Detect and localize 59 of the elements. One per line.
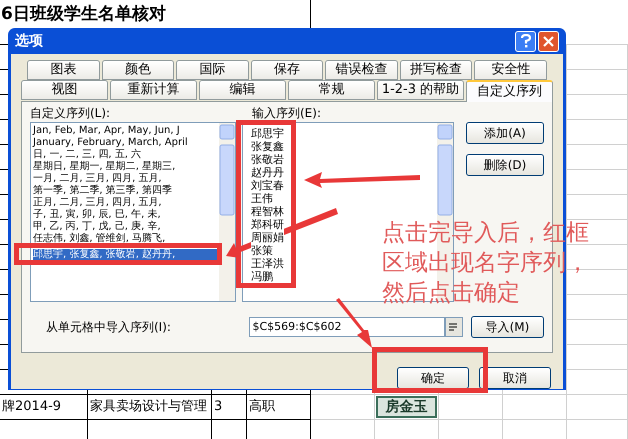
list-item[interactable]: 星期日, 星期一, 星期二, 星期三,: [33, 161, 176, 173]
table-cell: 3: [212, 395, 247, 420]
help-button[interactable]: [515, 30, 536, 52]
tab[interactable]: 颜色: [102, 60, 174, 80]
list-item[interactable]: 第一季, 第二季, 第三季, 第四季: [33, 185, 172, 197]
entry-text: 张敬岩: [251, 153, 284, 166]
tab[interactable]: 国际: [176, 60, 249, 80]
dialog-button[interactable]: 确定: [397, 367, 469, 389]
list-item[interactable]: 日, 一, 二, 三, 四, 五, 六: [33, 149, 142, 161]
entry-text: 周丽娟: [251, 231, 284, 244]
entry-text: 冯鹏: [251, 270, 274, 283]
tab[interactable]: 1-2-3 的帮助: [377, 80, 464, 100]
tab[interactable]: 自定义序列: [466, 80, 553, 102]
table-cell: 家具卖场设计与管理: [88, 395, 212, 420]
tab[interactable]: 编辑: [199, 80, 286, 100]
list-item[interactable]: January, February, March, April: [33, 137, 188, 149]
dialog-button[interactable]: 导入(M): [470, 316, 544, 338]
help-icon: [520, 34, 530, 48]
table-cell: 高职: [247, 395, 311, 420]
entry-text: 邱思宇: [251, 127, 284, 140]
sheet-title: 6日班级学生名单核对: [1, 4, 166, 24]
field-value: $C$569:$C$602: [252, 318, 342, 335]
tab[interactable]: 常规: [288, 80, 375, 100]
collapse-button[interactable]: [445, 317, 463, 337]
entry-text: 赵丹丹: [251, 166, 284, 179]
list-item[interactable]: 任志伟, 刘鑫, 管维剑, 马腾飞,: [33, 233, 166, 245]
window-title: 选项: [15, 32, 44, 50]
entry-text: 刘宝春: [251, 179, 284, 192]
tab[interactable]: 错误检查: [325, 60, 398, 80]
dialog-button[interactable]: 删除(D): [466, 154, 544, 176]
list-item[interactable]: Jan, Feb, Mar, Apr, May, Jun, J: [33, 125, 180, 137]
list-item[interactable]: 子, 丑, 寅, 卯, 辰, 巳, 午, 未,: [33, 209, 161, 221]
collapse-icon: [448, 323, 459, 331]
entry-text: 张复鑫: [251, 140, 284, 153]
field-label: 从单元格中导入序列(I):: [45, 319, 172, 336]
list-item[interactable]: 一月, 二月, 三月, 四月, 五月,: [33, 173, 162, 185]
field-label: 自定义序列(L):: [30, 106, 112, 120]
entry-text: 郑科研: [251, 218, 284, 231]
tab[interactable]: 重新计算: [110, 80, 197, 100]
name-tag: 房金玉: [376, 396, 437, 418]
field-label: 输入序列(E):: [252, 106, 321, 120]
list-item[interactable]: 邱思宇, 张复鑫, 张敬岩, 赵丹丹,: [33, 249, 220, 261]
dialog-button[interactable]: 添加(A): [466, 122, 544, 144]
tab[interactable]: 保存: [250, 60, 324, 80]
entry-text: 程智林: [251, 205, 284, 218]
tab[interactable]: 拼写检查: [400, 60, 472, 80]
tab[interactable]: 安全性: [474, 60, 548, 80]
entry-text: 王伟: [251, 192, 274, 205]
list-item[interactable]: 正月, 二月, 三月, 四月, 五月,: [33, 197, 162, 209]
close-button[interactable]: [538, 30, 559, 52]
list-item[interactable]: 甲, 乙, 丙, 丁, 戊, 己, 庚, 辛,: [33, 221, 161, 233]
tab[interactable]: 视图: [21, 80, 108, 100]
import-range-field[interactable]: $C$569:$C$602: [249, 317, 446, 337]
entry-text: 张策: [251, 244, 274, 257]
dialog-button[interactable]: 取消: [479, 367, 551, 389]
tab[interactable]: 图表: [27, 60, 100, 80]
table-cell: 牌2014-9: [0, 395, 88, 420]
entry-text: 王泽洪: [251, 257, 284, 270]
close-icon: [543, 36, 554, 46]
